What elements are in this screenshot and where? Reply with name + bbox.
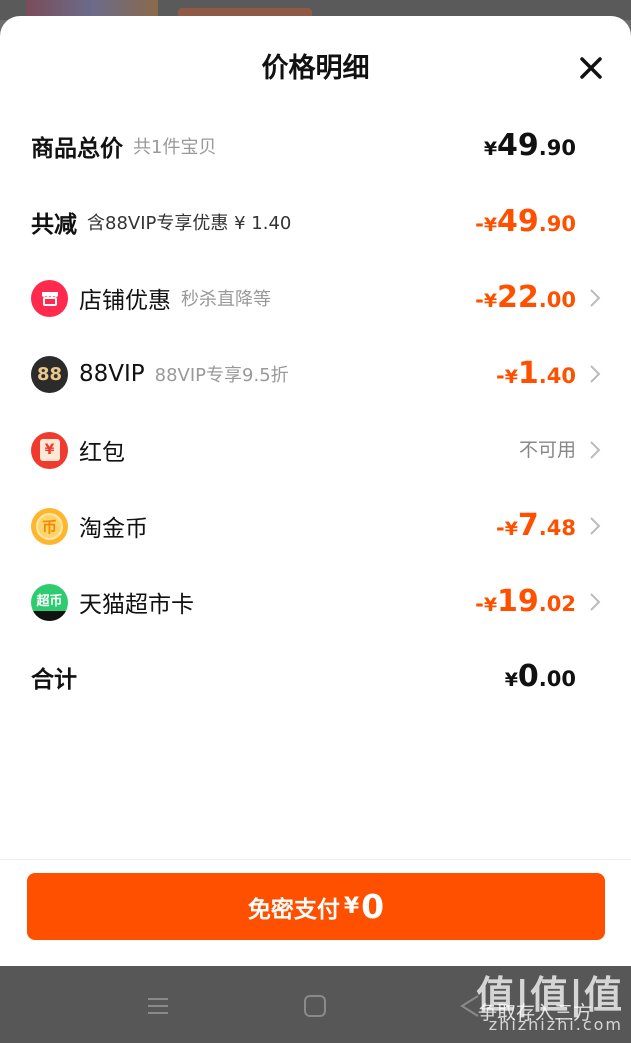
shop-discount-label: 店铺优惠 bbox=[79, 288, 171, 314]
shop-discount-note: 秒杀直降等 bbox=[181, 289, 271, 310]
minus-sign: - bbox=[475, 592, 484, 616]
taojinbi-label: 淘金币 bbox=[79, 516, 148, 542]
amount-integer: 49 bbox=[497, 128, 539, 163]
currency-symbol: ¥ bbox=[483, 138, 498, 160]
currency-symbol: ¥ bbox=[504, 366, 518, 388]
amount-decimal: .00 bbox=[538, 667, 576, 691]
red-packet-row[interactable]: ¥ 红包 不可用 bbox=[0, 420, 631, 480]
amount-decimal: .00 bbox=[538, 288, 576, 312]
red-packet-label: 红包 bbox=[79, 440, 125, 466]
chevron-right-icon bbox=[588, 439, 602, 461]
red-packet-status: 不可用 bbox=[518, 439, 576, 461]
amount-integer: 1 bbox=[517, 356, 539, 391]
amount-integer: 19 bbox=[497, 584, 539, 619]
product-thumbnail bbox=[26, 0, 158, 16]
total-discount-amount: - ¥ 49 .90 bbox=[475, 192, 576, 252]
amount-integer: 7 bbox=[517, 508, 539, 543]
amount-decimal: .40 bbox=[538, 364, 576, 388]
minus-sign: - bbox=[475, 212, 484, 236]
tmall-card-row[interactable]: 超币 天猫超市卡 - ¥ 19 .02 bbox=[0, 572, 631, 632]
currency-symbol: ¥ bbox=[483, 214, 498, 236]
taojinbi-row[interactable]: 币 淘金币 - ¥ 7 .48 bbox=[0, 496, 631, 556]
watermark-overlay-text: 争取存入三方 bbox=[478, 1002, 593, 1024]
item-count: 共1件宝贝 bbox=[133, 137, 217, 158]
coin-icon: 币 bbox=[31, 507, 68, 545]
coin-glyph: 币 bbox=[36, 512, 63, 540]
amount-integer: 0 bbox=[517, 659, 539, 694]
currency-symbol: ¥ bbox=[504, 518, 518, 540]
price-detail-sheet: 价格明细 商品总价 共1件宝贝 ¥ 49 .90 共减 含88VIP专享优惠 ¥… bbox=[0, 16, 631, 966]
minus-sign: - bbox=[475, 288, 484, 312]
shop-discount-amount: - ¥ 22 .00 bbox=[475, 268, 576, 328]
pay-button-label: 免密支付 bbox=[247, 896, 340, 923]
chevron-right-icon bbox=[588, 287, 602, 309]
home-button[interactable] bbox=[297, 988, 333, 1024]
red-packet-glyph: ¥ bbox=[39, 439, 60, 461]
total-price-label: 商品总价 bbox=[31, 136, 123, 162]
vip88-row[interactable]: 88 88VIP 88VIP专享9.5折 - ¥ 1 .40 bbox=[0, 344, 631, 404]
amount-decimal: .90 bbox=[538, 212, 576, 236]
amount-decimal: .02 bbox=[538, 592, 576, 616]
amount-decimal: .90 bbox=[538, 136, 576, 160]
pay-button-currency: ¥ bbox=[343, 894, 360, 919]
chevron-right-icon bbox=[588, 591, 602, 613]
vip88-note: 88VIP专享9.5折 bbox=[154, 365, 289, 386]
chevron-right-icon bbox=[588, 515, 602, 537]
minus-sign: - bbox=[495, 516, 505, 540]
vip-discount-note: 含88VIP专享优惠 ¥ 1.40 bbox=[87, 213, 292, 234]
password-free-pay-button[interactable]: 免密支付 ¥ 0 bbox=[27, 873, 605, 940]
total-discount-row: 共减 含88VIP专享优惠 ¥ 1.40 - ¥ 49 .90 bbox=[0, 192, 631, 252]
amount-integer: 49 bbox=[497, 204, 539, 239]
chevron-right-icon bbox=[588, 363, 602, 385]
vip88-label: 88VIP bbox=[79, 361, 145, 387]
vip88-amount: - ¥ 1 .40 bbox=[496, 344, 576, 404]
pay-button-amount: 0 bbox=[361, 887, 385, 926]
88vip-icon: 88 bbox=[31, 355, 68, 393]
menu-icon bbox=[148, 998, 168, 1014]
sum-row: 合计 ¥ 0 .00 bbox=[0, 647, 631, 707]
system-navigation-bar: 值|值|值 zhizhizhi.com 争取存入三方 bbox=[0, 966, 631, 1043]
sum-label: 合计 bbox=[31, 667, 77, 693]
red-packet-icon: ¥ bbox=[31, 431, 68, 469]
shop-icon bbox=[31, 279, 68, 317]
tmall-icon-text: 超币 bbox=[36, 593, 63, 609]
close-button[interactable] bbox=[570, 52, 612, 86]
footer-divider bbox=[0, 859, 631, 860]
currency-symbol: ¥ bbox=[483, 594, 498, 616]
currency-symbol: ¥ bbox=[483, 290, 498, 312]
home-icon bbox=[304, 995, 326, 1017]
total-discount-label: 共减 bbox=[31, 212, 77, 238]
tmall-icon-base bbox=[31, 610, 68, 621]
amount-decimal: .48 bbox=[538, 516, 576, 540]
shop-discount-row[interactable]: 店铺优惠 秒杀直降等 - ¥ 22 .00 bbox=[0, 268, 631, 328]
tmall-card-label: 天猫超市卡 bbox=[79, 592, 194, 618]
minus-sign: - bbox=[495, 364, 505, 388]
currency-symbol: ¥ bbox=[504, 669, 518, 691]
sum-amount: ¥ 0 .00 bbox=[505, 647, 576, 707]
menu-button[interactable] bbox=[140, 988, 176, 1024]
taojinbi-amount: - ¥ 7 .48 bbox=[496, 496, 576, 556]
close-icon bbox=[580, 57, 602, 79]
tmall-supermarket-icon: 超币 bbox=[31, 583, 68, 621]
amount-integer: 22 bbox=[497, 280, 539, 315]
total-price-row: 商品总价 共1件宝贝 ¥ 49 .90 bbox=[0, 116, 631, 176]
tmall-card-amount: - ¥ 19 .02 bbox=[475, 572, 576, 632]
total-price-amount: ¥ 49 .90 bbox=[484, 116, 576, 176]
sheet-title: 价格明细 bbox=[261, 53, 370, 84]
